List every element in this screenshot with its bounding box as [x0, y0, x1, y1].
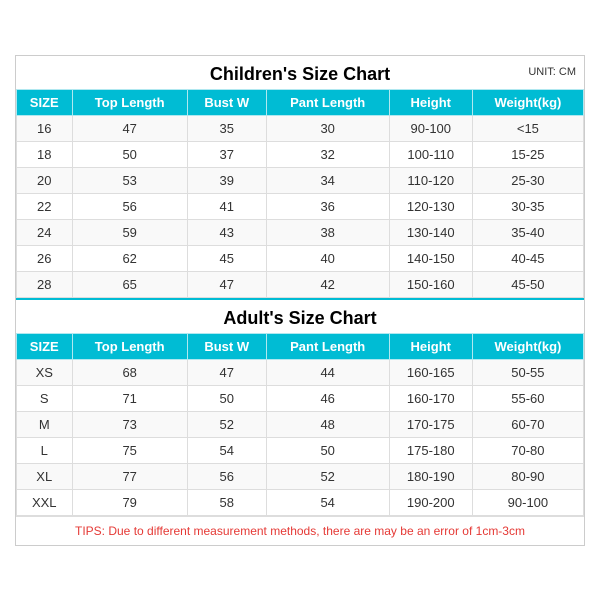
- table-row: M735248170-17560-70: [17, 411, 584, 437]
- table-row: L755450175-18070-80: [17, 437, 584, 463]
- children-section-title: Children's Size Chart UNIT: CM: [16, 56, 584, 89]
- adults-section-title: Adult's Size Chart: [16, 298, 584, 333]
- children-col-height: Height: [389, 89, 472, 115]
- adults-col-top-length: Top Length: [72, 333, 187, 359]
- children-col-top-length: Top Length: [72, 89, 187, 115]
- children-table-body: 1647353090-100<1518503732100-11015-25205…: [17, 115, 584, 297]
- children-table: SIZE Top Length Bust W Pant Length Heigh…: [16, 89, 584, 298]
- adults-table-body: XS684744160-16550-55S715046160-17055-60M…: [17, 359, 584, 515]
- table-row: 1647353090-100<15: [17, 115, 584, 141]
- adults-col-bust-w: Bust W: [187, 333, 266, 359]
- adults-col-height: Height: [389, 333, 472, 359]
- table-row: XXL795854190-20090-100: [17, 489, 584, 515]
- adults-table: SIZE Top Length Bust W Pant Length Heigh…: [16, 333, 584, 516]
- children-header-row: SIZE Top Length Bust W Pant Length Heigh…: [17, 89, 584, 115]
- adults-title-text: Adult's Size Chart: [223, 308, 376, 328]
- table-row: S715046160-17055-60: [17, 385, 584, 411]
- table-row: 22564136120-13030-35: [17, 193, 584, 219]
- tips-text: TIPS: Due to different measurement metho…: [16, 516, 584, 545]
- table-row: 26624540140-15040-45: [17, 245, 584, 271]
- table-row: XL775652180-19080-90: [17, 463, 584, 489]
- table-row: 18503732100-11015-25: [17, 141, 584, 167]
- table-row: XS684744160-16550-55: [17, 359, 584, 385]
- size-chart-container: Children's Size Chart UNIT: CM SIZE Top …: [15, 55, 585, 546]
- table-row: 28654742150-16045-50: [17, 271, 584, 297]
- adults-col-size: SIZE: [17, 333, 73, 359]
- children-col-size: SIZE: [17, 89, 73, 115]
- table-row: 20533934110-12025-30: [17, 167, 584, 193]
- children-col-bust-w: Bust W: [187, 89, 266, 115]
- adults-header-row: SIZE Top Length Bust W Pant Length Heigh…: [17, 333, 584, 359]
- children-title-text: Children's Size Chart: [210, 64, 390, 84]
- children-col-weight: Weight(kg): [472, 89, 583, 115]
- unit-label: UNIT: CM: [528, 66, 576, 78]
- table-row: 24594338130-14035-40: [17, 219, 584, 245]
- adults-col-pant-length: Pant Length: [266, 333, 389, 359]
- adults-col-weight: Weight(kg): [472, 333, 583, 359]
- children-col-pant-length: Pant Length: [266, 89, 389, 115]
